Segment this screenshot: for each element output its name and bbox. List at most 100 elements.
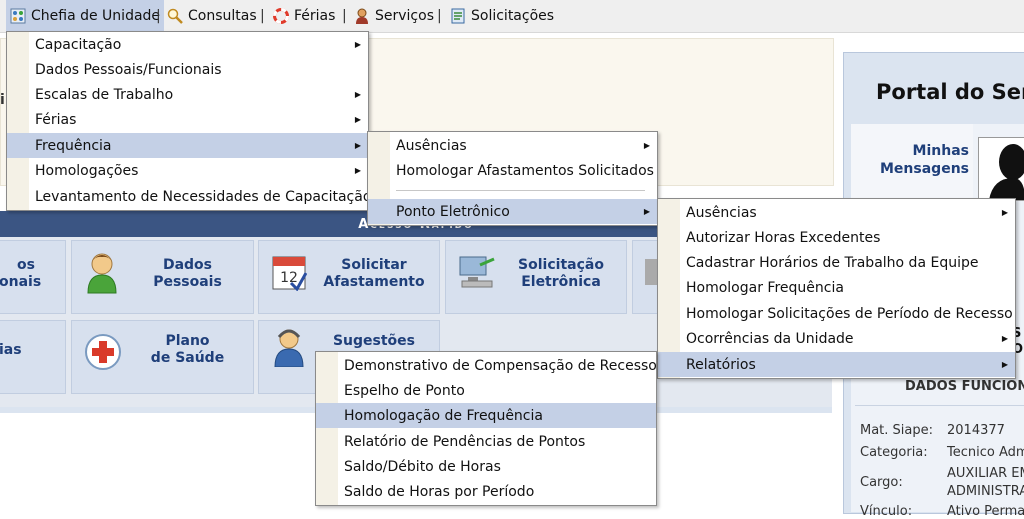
menu-label: Serviços: [375, 8, 434, 24]
menu-servicos[interactable]: Serviços: [354, 0, 434, 32]
chefia-dropdown: Capacitação ▶ Dados Pessoais/Funcionais …: [6, 31, 372, 211]
menu-item-label: Ausências: [686, 204, 757, 221]
menu-item-cadastrar-horarios[interactable]: Cadastrar Horários de Trabalho da Equipe: [658, 250, 1015, 275]
menu-item-homologar-recesso[interactable]: Homologar Solicitações de Período de Rec…: [658, 301, 1015, 326]
tile-label: Solicitação: [518, 257, 604, 273]
menu-item-relatorios[interactable]: Relatórios ▶: [658, 352, 1015, 377]
quick-tile-solicitar-afastamento[interactable]: 12 Solicitar Afastamento: [258, 240, 440, 314]
menu-item-capacitacao[interactable]: Capacitação ▶: [7, 32, 368, 57]
chefia-icon: [10, 8, 26, 24]
menu-separator: |: [156, 8, 161, 24]
msg-label-2: Mensagens: [880, 161, 969, 177]
field-label: Categoria:: [860, 445, 928, 460]
menu-item-label: Demonstrativo de Compensação de Recesso: [344, 357, 657, 374]
submenu-arrow-icon: ▶: [1001, 208, 1008, 217]
menu-item-label: Espelho de Ponto: [344, 382, 465, 399]
submenu-arrow-icon: ▶: [643, 207, 650, 216]
menu-item-homologar-afastamentos[interactable]: Homologar Afastamentos Solicitados: [368, 158, 657, 183]
menu-item-ponto-eletronico[interactable]: Ponto Eletrônico ▶: [368, 199, 657, 224]
menu-item-espelho-de-ponto[interactable]: Espelho de Ponto: [316, 378, 656, 403]
menu-item-label: Escalas de Trabalho: [35, 86, 174, 103]
menu-item-levantamento[interactable]: Levantamento de Necessidades de Capacita…: [7, 184, 372, 209]
menu-item-label: Levantamento de Necessidades de Capacita…: [35, 188, 372, 205]
field-value: ADMINISTRAC: [947, 484, 1024, 499]
magnifier-icon: [167, 8, 183, 24]
tile-label: Solicitar: [341, 257, 407, 273]
menu-item-saldo-debito[interactable]: Saldo/Débito de Horas: [316, 454, 656, 479]
menu-chefia-de-unidade[interactable]: Chefia de Unidade: [6, 0, 165, 32]
menu-label: Chefia de Unidade: [31, 8, 161, 24]
field-label: Mat. Siape:: [860, 423, 934, 438]
menu-item-ausencias[interactable]: Ausências ▶: [658, 200, 1015, 225]
submenu-arrow-icon: ▶: [354, 166, 361, 175]
menu-item-saldo-periodo[interactable]: Saldo de Horas por Período: [316, 479, 656, 504]
menu-item-homologar-frequencia[interactable]: Homologar Frequência: [658, 275, 1015, 300]
tile-label: onais: [0, 274, 42, 290]
menu-item-label: Capacitação: [35, 36, 122, 53]
menu-item-autorizar-horas[interactable]: Autorizar Horas Excedentes: [658, 225, 1015, 250]
menu-item-label: Relatório de Pendências de Pontos: [344, 433, 586, 450]
person-icon: [356, 8, 368, 24]
profile-silhouette-icon: [989, 144, 1024, 200]
portal-title: Portal do Ser: [876, 80, 1024, 104]
dados-funcionais-header: DADOS FUNCIONA: [905, 379, 1024, 394]
lifebuoy-icon: [273, 8, 289, 24]
tile-label: ias: [0, 342, 22, 358]
tile-label: Dados: [162, 257, 213, 273]
calendar-icon: 12: [272, 256, 307, 291]
menu-item-label: Homologar Afastamentos Solicitados: [396, 162, 654, 179]
quick-tile-solicitacao-eletronica[interactable]: Solicitação Eletrônica: [445, 240, 627, 314]
tile-label: Afastamento: [323, 274, 425, 290]
tile-label: os: [17, 257, 35, 273]
frequencia-submenu: Ausências ▶ Homologar Afastamentos Solic…: [367, 131, 658, 226]
menu-ferias[interactable]: Férias: [273, 0, 335, 32]
menu-item-label: Ponto Eletrônico: [396, 203, 510, 220]
menu-item-label: Dados Pessoais/Funcionais: [35, 61, 222, 78]
menu-item-label: Saldo/Débito de Horas: [344, 458, 501, 475]
menu-item-dados-pessoais[interactable]: Dados Pessoais/Funcionais: [7, 57, 368, 82]
menu-item-homologacao-frequencia[interactable]: Homologação de Frequência: [316, 403, 656, 428]
tile-label: Eletrônica: [521, 274, 601, 290]
msg-label-1: Minhas: [912, 143, 969, 159]
menu-item-homologacoes[interactable]: Homologações ▶: [7, 158, 368, 183]
menu-item-pendencias-pontos[interactable]: Relatório de Pendências de Pontos: [316, 429, 656, 454]
menu-item-label: Cadastrar Horários de Trabalho da Equipe: [686, 254, 979, 271]
menu-item-label: Homologar Frequência: [686, 279, 844, 296]
menu-item-ferias[interactable]: Férias ▶: [7, 107, 368, 132]
field-value: 2014377: [947, 423, 1005, 438]
menu-consultas[interactable]: Consultas: [167, 0, 257, 32]
quick-tile-6[interactable]: ias: [0, 320, 66, 394]
tile-label: Plano: [165, 333, 210, 349]
quick-tile-1[interactable]: os onais: [0, 240, 66, 314]
submenu-arrow-icon: ▶: [1001, 334, 1008, 343]
menu-item-label: Homologações: [35, 162, 139, 179]
quick-tile-plano-de-saude[interactable]: Plano de Saúde: [71, 320, 254, 394]
quick-tile-dados-pessoais[interactable]: Dados Pessoais: [71, 240, 254, 314]
menu-item-frequencia[interactable]: Frequência ▶: [7, 133, 368, 158]
menu-item-ocorrencias[interactable]: Ocorrências da Unidade ▶: [658, 326, 1015, 351]
computer-icon: [459, 256, 495, 288]
tile-label: de Saúde: [150, 350, 225, 366]
tile-label: Pessoais: [153, 274, 222, 290]
menu-item-ausencias[interactable]: Ausências ▶: [368, 133, 657, 158]
page-text-fragment: i: [0, 92, 5, 108]
menu-label: Consultas: [188, 8, 257, 24]
menu-solicitacoes[interactable]: Solicitações: [450, 0, 554, 32]
submenu-arrow-icon: ▶: [354, 90, 361, 99]
field-label: Cargo:: [860, 475, 903, 490]
support-agent-icon: [274, 329, 304, 367]
menu-item-label: Homologar Solicitações de Período de Rec…: [686, 305, 1013, 322]
minhas-mensagens-link[interactable]: Minhas Mensagens: [851, 124, 973, 204]
menu-item-label: Autorizar Horas Excedentes: [686, 229, 881, 246]
menu-item-label: Homologação de Frequência: [344, 407, 543, 424]
top-menubar: Chefia de Unidade | Consultas | Férias |…: [0, 0, 1024, 33]
menu-item-label: Relatórios: [686, 356, 756, 373]
relatorios-submenu: Demonstrativo de Compensação de Recesso …: [315, 351, 657, 506]
menu-item-escalas[interactable]: Escalas de Trabalho ▶: [7, 82, 368, 107]
menu-item-demonstrativo-recesso[interactable]: Demonstrativo de Compensação de Recesso: [316, 353, 657, 378]
svg-text:12: 12: [280, 270, 298, 286]
tile-label: Sugestões: [332, 333, 416, 349]
menu-separator: [396, 190, 645, 191]
menu-separator: |: [260, 8, 265, 24]
submenu-arrow-icon: ▶: [354, 115, 361, 124]
